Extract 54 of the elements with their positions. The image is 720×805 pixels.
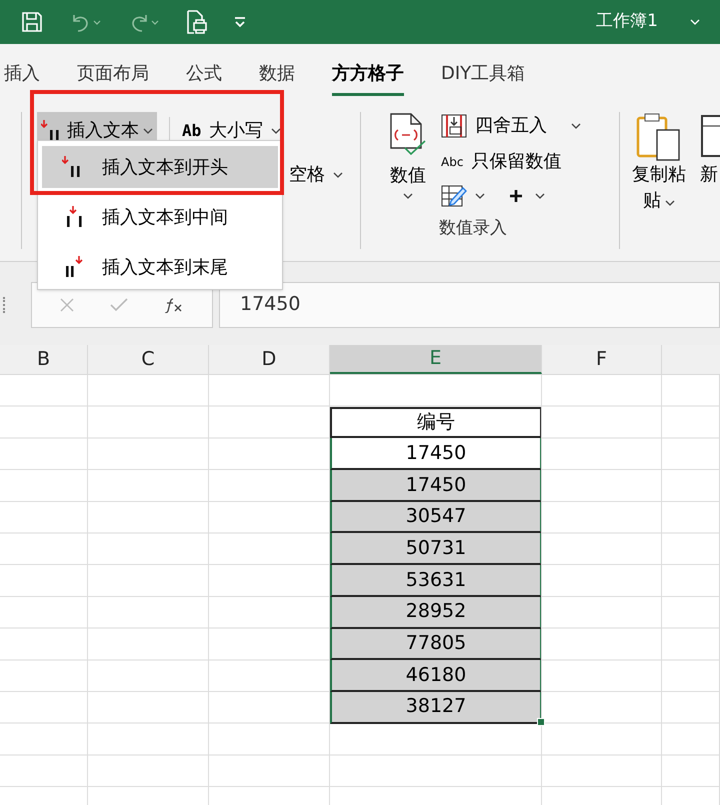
table-cell: 46180	[330, 660, 542, 692]
table-cell: 38127	[330, 692, 542, 724]
ribbon-tab[interactable]: 页面布局	[77, 60, 149, 96]
abc-icon: Abc	[441, 152, 464, 170]
table-cell: 53631	[330, 565, 542, 597]
ribbon-tab[interactable]: 公式	[186, 60, 222, 96]
ribbon-tab[interactable]: 数据	[259, 60, 295, 96]
case-icon: Ab	[182, 118, 202, 142]
table-round-icon	[441, 114, 467, 138]
keep-values-button[interactable]: Abc 只保留数值	[441, 148, 581, 175]
chevron-down-icon	[571, 122, 581, 128]
table-edit-button[interactable]	[441, 184, 485, 208]
table-cell: 50731	[330, 533, 542, 566]
chevron-down-icon	[142, 128, 153, 134]
column-header[interactable]: E	[330, 345, 542, 374]
customize-menu-icon[interactable]	[232, 14, 248, 30]
chevron-down-icon	[403, 193, 413, 199]
chevron-down-icon	[690, 19, 700, 25]
fill-handle[interactable]	[537, 718, 545, 726]
value-button[interactable]: 数值	[387, 112, 429, 208]
grip-icon	[3, 296, 7, 312]
plus-icon	[509, 189, 523, 203]
workbook-title: 工作簿1	[596, 10, 658, 34]
paste-button[interactable]: 复制粘贴	[630, 112, 688, 261]
chevron-down-icon	[332, 172, 343, 178]
table-pencil-icon	[441, 184, 467, 208]
round-button[interactable]: 四舍五入	[441, 112, 581, 139]
ribbon-tab[interactable]: 方方格子	[332, 60, 404, 96]
check-icon[interactable]	[110, 298, 128, 312]
new-button[interactable]: 新	[700, 112, 720, 261]
function-icon[interactable]	[164, 296, 184, 312]
table-cell: 17450	[330, 438, 542, 470]
table-cell: 17450	[330, 470, 542, 502]
group-label: 数值录入	[438, 217, 508, 240]
table-cell: 28952	[330, 596, 542, 628]
ribbon-tab[interactable]: 插入	[4, 60, 40, 96]
ribbon-tab[interactable]: DIY工具箱	[441, 60, 526, 96]
print-preview-icon[interactable]	[184, 9, 208, 35]
formula-input[interactable]: 17450	[219, 282, 720, 328]
space-button[interactable]: 空格	[288, 161, 343, 188]
column-header[interactable]: B	[0, 345, 88, 374]
menu-item[interactable]: 插入文本到开头	[42, 146, 278, 188]
add-button[interactable]	[509, 189, 545, 203]
column-header[interactable]: C	[88, 345, 209, 374]
column-header[interactable]: F	[542, 345, 662, 374]
chevron-down-icon	[535, 193, 545, 199]
menu-item[interactable]: 插入文本到中间	[42, 196, 278, 238]
save-icon[interactable]	[20, 10, 44, 34]
header-cell: 编号	[330, 406, 542, 438]
chevron-down-icon	[271, 128, 282, 134]
chevron-down-icon	[475, 193, 485, 199]
chevron-down-icon	[665, 200, 676, 206]
table-cell: 30547	[330, 502, 542, 534]
table-cell: 77805	[330, 628, 542, 660]
